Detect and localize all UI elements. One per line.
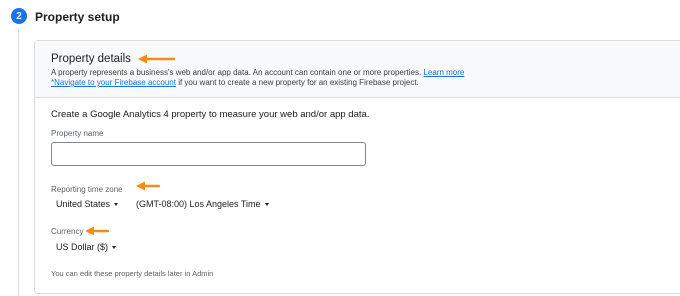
- caret-down-icon: [264, 203, 269, 206]
- currency-label: Currency: [51, 227, 84, 236]
- description-line-1: A property represents a business's web a…: [51, 68, 464, 78]
- arrow-annotation-icon: [138, 54, 176, 64]
- description-text-1: A property represents a business's web a…: [51, 68, 422, 77]
- step-number-badge: 2: [11, 8, 27, 24]
- currency-dropdown[interactable]: US Dollar ($): [56, 242, 117, 252]
- firebase-account-link[interactable]: *Navigate to your Firebase account: [51, 78, 176, 87]
- edit-later-hint: You can edit these property details late…: [51, 269, 214, 278]
- timezone-dropdown[interactable]: (GMT-08:00) Los Angeles Time: [136, 199, 269, 209]
- form-intro-text: Create a Google Analytics 4 property to …: [51, 109, 370, 120]
- step-connector-line: [18, 30, 19, 296]
- country-value: United States: [56, 199, 111, 209]
- description-text-2: if you want to create a new property for…: [175, 78, 419, 87]
- card-description: A property represents a business's web a…: [51, 68, 464, 88]
- card-header: Property details A property represents a…: [35, 41, 680, 98]
- arrow-annotation-icon: [85, 226, 110, 236]
- property-name-label: Property name: [51, 129, 104, 138]
- property-details-card: Property details A property represents a…: [34, 40, 680, 294]
- card-title: Property details: [51, 53, 131, 65]
- arrow-annotation-icon: [136, 181, 161, 191]
- currency-value: US Dollar ($): [56, 242, 109, 252]
- property-name-input[interactable]: [51, 142, 366, 166]
- description-line-2: *Navigate to your Firebase account if yo…: [51, 78, 464, 88]
- reporting-time-zone-label: Reporting time zone: [51, 185, 123, 194]
- step-title: Property setup: [35, 10, 120, 24]
- learn-more-link[interactable]: Learn more: [423, 68, 464, 77]
- timezone-value: (GMT-08:00) Los Angeles Time: [136, 199, 261, 209]
- caret-down-icon: [114, 203, 119, 206]
- country-dropdown[interactable]: United States: [56, 199, 119, 209]
- caret-down-icon: [112, 246, 117, 249]
